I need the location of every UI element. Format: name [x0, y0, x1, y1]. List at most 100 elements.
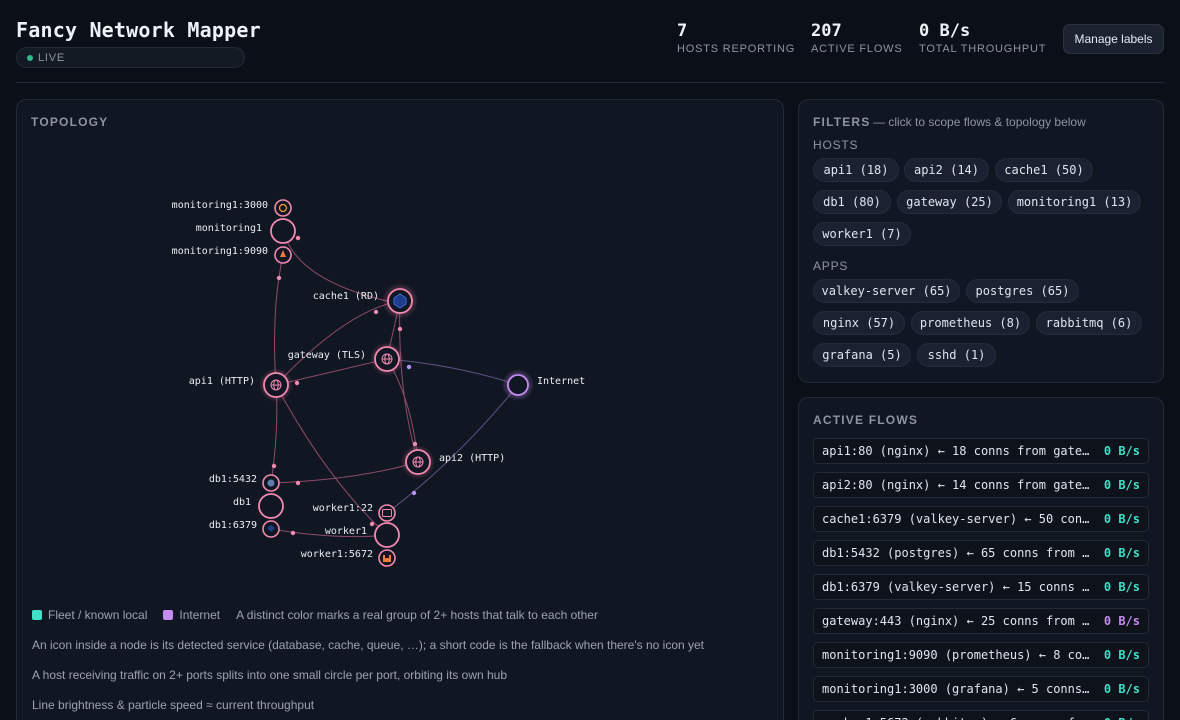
flow-row[interactable]: api1:80 (nginx) ← 18 conns from gateway 0…	[813, 438, 1149, 464]
stat-value: 7	[677, 21, 688, 41]
edge-api1-gateway	[275, 358, 388, 386]
flow-description: cache1:6379 (valkey-server) ← 50 conns f…	[822, 512, 1096, 526]
flow-row[interactable]: monitoring1:3000 (grafana) ← 5 conns fro…	[813, 676, 1149, 702]
stat-label: TOTAL THROUGHPUT	[919, 43, 1047, 55]
apps-group-label: APPS	[813, 259, 849, 273]
label-gateway: gateway (TLS)	[288, 350, 366, 361]
node-gateway[interactable]	[374, 346, 400, 372]
node-db1-6379[interactable]	[262, 520, 280, 538]
label-worker1-22: worker1:22	[313, 503, 373, 514]
node-cache1[interactable]	[387, 288, 413, 314]
stat-total-throughput: 0 B/s TOTAL THROUGHPUT	[919, 21, 1046, 55]
node-monitoring1-3000[interactable]	[274, 199, 292, 217]
edge-api2-db1-5432	[270, 461, 419, 484]
flow-rate: 0 B/s	[1103, 512, 1140, 526]
flow-description: db1:6379 (valkey-server) ← 15 conns from…	[822, 580, 1096, 594]
chip-host-worker1[interactable]: worker1 (7)	[813, 222, 911, 246]
flow-description: monitoring1:3000 (grafana) ← 5 conns fro…	[822, 682, 1096, 696]
legend-colors: Fleet / known local Internet A distinct …	[32, 608, 598, 622]
label-cache1: cache1 (RD)	[313, 291, 379, 302]
flow-description: monitoring1:9090 (prometheus) ← 8 conns …	[822, 648, 1096, 662]
flow-rate: 0 B/s	[1103, 478, 1140, 492]
chip-host-api2[interactable]: api2 (14)	[904, 158, 989, 182]
chip-host-db1[interactable]: db1 (80)	[813, 190, 891, 214]
active-flows-panel: ACTIVE FLOWS api1:80 (nginx) ← 18 conns …	[798, 397, 1164, 720]
topology-panel: TOPOLOGY monitoring1:3000 monitoring1 mo…	[16, 99, 784, 720]
chip-app-postgres[interactable]: postgres (65)	[966, 279, 1079, 303]
node-api1[interactable]	[263, 372, 289, 398]
node-monitoring1-9090[interactable]	[274, 246, 292, 264]
label-db1: db1	[233, 497, 251, 508]
filters-panel: FILTERS — click to scope flows & topolog…	[798, 99, 1164, 383]
flow-description: api2:80 (nginx) ← 14 conns from gateway	[822, 478, 1096, 492]
label-monitoring1-3000: monitoring1:3000	[172, 200, 268, 211]
stat-value: 207	[811, 21, 842, 41]
edge-monitoring9090-api1	[274, 254, 284, 386]
label-worker1: worker1	[325, 526, 367, 537]
chip-host-gateway[interactable]: gateway (25)	[897, 190, 1002, 214]
chip-app-grafana[interactable]: grafana (5)	[813, 343, 911, 367]
flow-description: api1:80 (nginx) ← 18 conns from gateway	[822, 444, 1096, 458]
header-divider	[16, 82, 1164, 83]
node-internet[interactable]	[507, 374, 529, 396]
live-status-badge: LIVE	[16, 47, 245, 68]
flow-rate: 0 B/s	[1103, 682, 1140, 696]
flow-rate: 0 B/s	[1103, 614, 1140, 628]
stat-value: 0 B/s	[919, 21, 971, 41]
label-monitoring1-9090: monitoring1:9090	[172, 246, 268, 257]
stat-label: ACTIVE FLOWS	[811, 43, 903, 55]
flow-description: worker1:5672 (rabbitmq) ← 6 conns from a…	[822, 716, 1096, 720]
chip-app-rabbitmq[interactable]: rabbitmq (6)	[1036, 311, 1142, 335]
chip-app-prometheus[interactable]: prometheus (8)	[911, 311, 1030, 335]
chip-app-nginx[interactable]: nginx (57)	[813, 311, 905, 335]
stat-label: HOSTS REPORTING	[677, 43, 796, 55]
flow-row[interactable]: db1:5432 (postgres) ← 65 conns from api 0…	[813, 540, 1149, 566]
chip-app-valkey-server[interactable]: valkey-server (65)	[813, 279, 960, 303]
edge-gateway-internet	[386, 358, 519, 386]
filters-title: FILTERS	[813, 115, 871, 129]
internet-swatch	[163, 610, 174, 620]
node-worker1[interactable]	[374, 522, 400, 548]
chip-host-api1[interactable]: api1 (18)	[813, 158, 899, 182]
flow-row[interactable]: api2:80 (nginx) ← 14 conns from gateway 0…	[813, 472, 1149, 498]
flow-row[interactable]: worker1:5672 (rabbitmq) ← 6 conns from a…	[813, 710, 1149, 720]
node-monitoring1[interactable]	[270, 218, 296, 244]
hosts-group-label: HOSTS	[813, 138, 859, 152]
stat-hosts-reporting: 7 HOSTS REPORTING	[677, 21, 795, 55]
chip-host-monitoring1[interactable]: monitoring1 (13)	[1008, 190, 1141, 214]
label-api2: api2 (HTTP)	[439, 453, 505, 464]
flow-row[interactable]: db1:6379 (valkey-server) ← 15 conns from…	[813, 574, 1149, 600]
active-flows-title: ACTIVE FLOWS	[813, 413, 919, 427]
live-dot-icon	[27, 54, 33, 61]
legend-internet: Internet	[179, 608, 221, 622]
legend-group-note: A distinct color marks a real group of 2…	[236, 608, 598, 622]
app-title: Fancy Network Mapper	[16, 18, 261, 42]
flow-row[interactable]: cache1:6379 (valkey-server) ← 50 conns f…	[813, 506, 1149, 532]
legend-ports-note: A host receiving traffic on 2+ ports spl…	[32, 668, 508, 682]
topology-graph[interactable]: monitoring1:3000 monitoring1 monitoring1…	[17, 100, 783, 600]
label-db1-5432: db1:5432	[209, 474, 257, 485]
manage-labels-button[interactable]: Manage labels	[1063, 24, 1164, 54]
node-db1[interactable]	[258, 493, 284, 519]
node-api2[interactable]	[405, 449, 431, 475]
label-internet: Internet	[537, 376, 585, 387]
flow-rate: 0 B/s	[1103, 648, 1140, 662]
flow-row[interactable]: gateway:443 (nginx) ← 25 conns from 2 ho…	[813, 608, 1149, 634]
legend-icon-note: An icon inside a node is its detected se…	[32, 638, 705, 652]
fleet-swatch	[32, 610, 42, 620]
postgres-icon	[267, 479, 275, 487]
node-db1-5432[interactable]	[262, 474, 280, 492]
stat-active-flows: 207 ACTIVE FLOWS	[811, 21, 903, 55]
node-worker1-5672[interactable]	[378, 549, 396, 567]
chip-host-cache1[interactable]: cache1 (50)	[995, 158, 1093, 182]
chip-app-sshd[interactable]: sshd (1)	[917, 343, 996, 367]
flow-rate: 0 B/s	[1104, 716, 1140, 720]
filters-hint: — click to scope flows & topology below	[873, 115, 1086, 129]
legend-fleet: Fleet / known local	[48, 608, 148, 622]
legend-brightness-note: Line brightness & particle speed ≈ curre…	[32, 698, 315, 712]
flow-description: db1:5432 (postgres) ← 65 conns from api	[822, 546, 1096, 560]
label-api1: api1 (HTTP)	[189, 376, 255, 387]
node-worker1-22[interactable]	[378, 504, 396, 522]
flow-rate: 0 B/s	[1103, 444, 1140, 458]
flow-row[interactable]: monitoring1:9090 (prometheus) ← 8 conns …	[813, 642, 1149, 668]
